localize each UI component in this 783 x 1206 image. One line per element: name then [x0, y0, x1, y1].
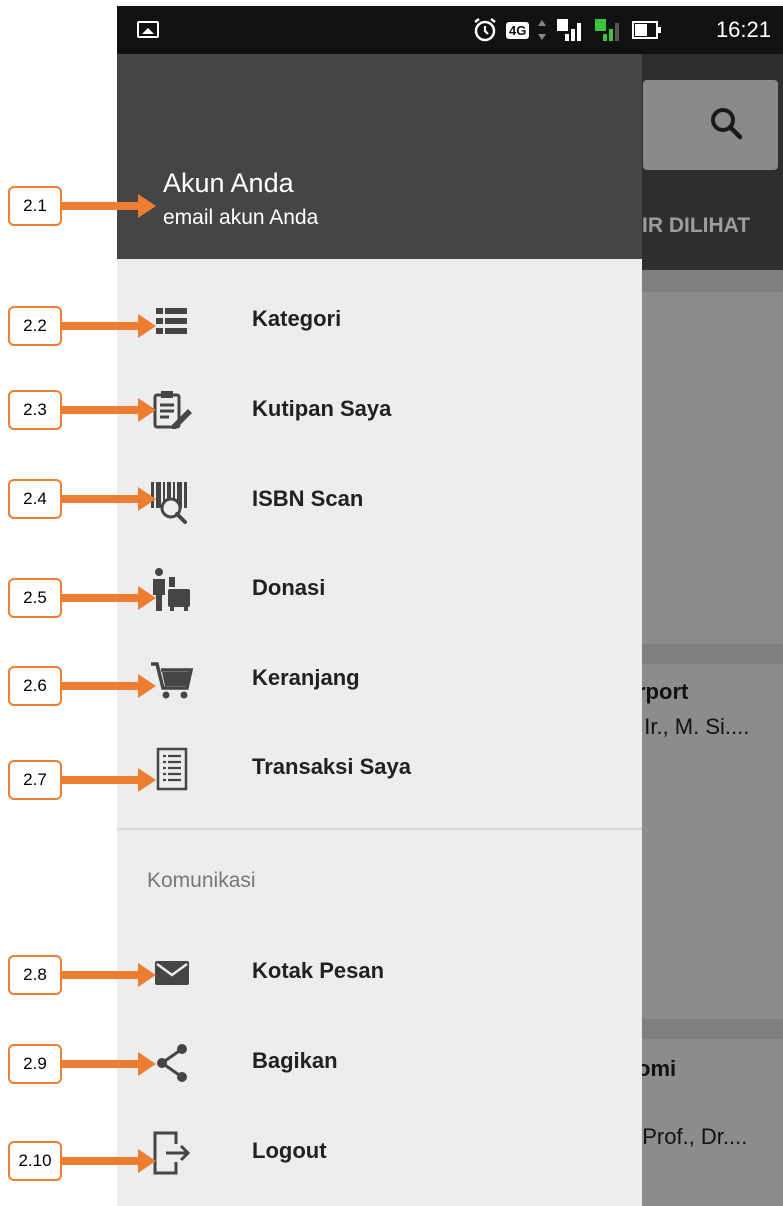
- menu-item-kotak-pesan[interactable]: Kotak Pesan: [117, 938, 642, 1008]
- annotation-arrow: [60, 586, 156, 610]
- annotation-label: 2.7: [8, 760, 62, 800]
- menu-item-label: Bagikan: [252, 1048, 338, 1073]
- section-title-komunikasi: Komunikasi: [147, 869, 256, 892]
- signal-sim1-icon: [557, 19, 582, 41]
- image-notification-icon: [137, 21, 159, 38]
- menu-item-keranjang[interactable]: Keranjang: [117, 645, 642, 715]
- search-icon: [711, 108, 743, 140]
- menu-item-bagikan[interactable]: Bagikan: [117, 1028, 642, 1098]
- annotation-arrow: [60, 1149, 156, 1173]
- section-divider: [117, 828, 642, 830]
- annotation-arrow: [60, 768, 156, 792]
- annotation-arrow: [60, 1052, 156, 1076]
- signal-sim2-icon: [595, 19, 620, 41]
- annotation-arrow: [60, 314, 156, 338]
- background-card-title: rport: [637, 679, 689, 704]
- menu-item-label: ISBN Scan: [252, 486, 364, 511]
- background-card-title: omi: [637, 1056, 677, 1081]
- annotation-label: 2.9: [8, 1044, 62, 1084]
- annotation-label: 2.6: [8, 666, 62, 706]
- menu-item-label: Donasi: [252, 575, 326, 600]
- annotation-label: 2.1: [8, 186, 62, 226]
- annotation-label: 2.10: [8, 1141, 62, 1181]
- background-card-author: , Ir., M. Si....: [632, 714, 750, 739]
- menu-item-label: Kategori: [252, 306, 342, 331]
- account-name: Akun Anda: [163, 168, 294, 198]
- annotation-label: 2.8: [8, 955, 62, 995]
- status-bar: 4G 16:21: [117, 6, 783, 54]
- menu-item-kutipan-saya[interactable]: Kutipan Saya: [117, 376, 642, 446]
- battery-icon: [632, 21, 662, 39]
- annotation-arrow: [60, 674, 156, 698]
- data-arrows-icon: [538, 20, 547, 40]
- alarm-icon: [474, 18, 496, 42]
- menu-item-label: Keranjang: [252, 665, 360, 690]
- navigation-drawer: Akun Anda email akun Anda Kategori Kutip…: [117, 54, 642, 1206]
- menu-item-kategori[interactable]: Kategori: [117, 286, 642, 356]
- annotation-label: 2.3: [8, 390, 62, 430]
- menu-item-isbn-scan[interactable]: ISBN Scan: [117, 466, 642, 536]
- account-email: email akun Anda: [163, 206, 319, 229]
- menu-item-label: Transaksi Saya: [252, 754, 412, 779]
- annotation-arrow: [60, 398, 156, 422]
- menu-item-label: Logout: [252, 1138, 327, 1163]
- annotation-arrow: [60, 487, 156, 511]
- network-type-badge: 4G: [506, 21, 530, 39]
- annotation-arrow: [60, 963, 156, 987]
- clock: 16:21: [715, 17, 771, 42]
- menu-item-label: Kotak Pesan: [252, 958, 385, 983]
- annotation-arrow: [60, 194, 156, 218]
- menu-item-donasi[interactable]: Donasi: [117, 555, 642, 625]
- background-tab: IR DILIHAT: [642, 214, 751, 237]
- menu-item-transaksi-saya[interactable]: Transaksi Saya: [117, 734, 642, 804]
- background-card-author: , Prof., Dr....: [630, 1124, 748, 1149]
- phone-screen: 4G 16:21 IR DILIHAT rport , Ir., M. Si..…: [117, 6, 783, 1206]
- annotation-label: 2.5: [8, 578, 62, 618]
- status-icons: 4G: [472, 16, 663, 44]
- menu-item-logout[interactable]: Logout: [117, 1118, 642, 1188]
- annotation-label: 2.4: [8, 479, 62, 519]
- annotation-label: 2.2: [8, 306, 62, 346]
- drawer-header[interactable]: Akun Anda email akun Anda: [117, 54, 642, 259]
- menu-item-label: Kutipan Saya: [252, 396, 392, 421]
